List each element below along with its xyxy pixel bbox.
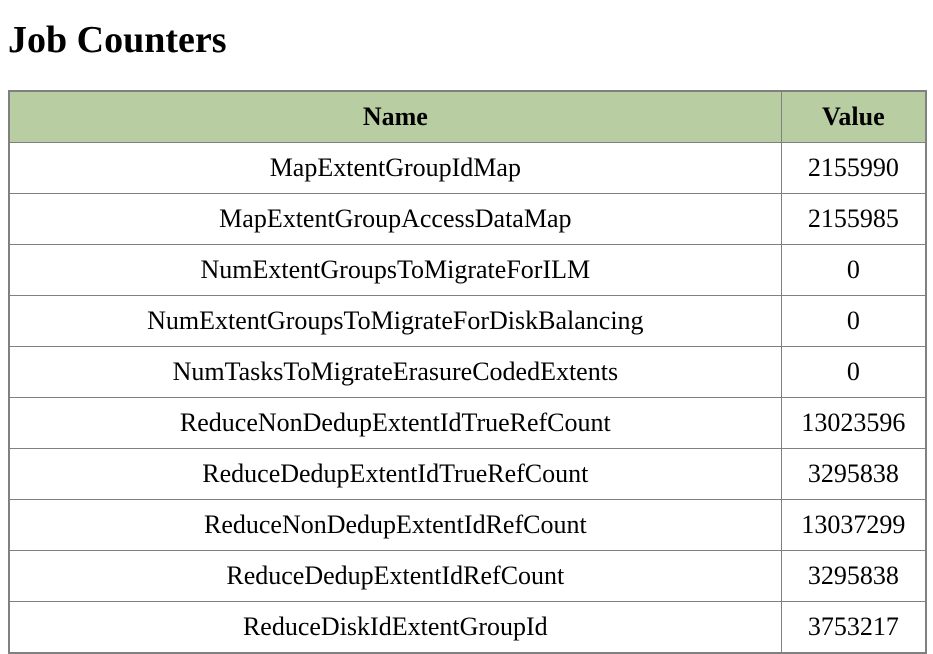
- counter-name: ReduceNonDedupExtentIdRefCount: [9, 500, 781, 551]
- table-row: ReduceDedupExtentIdRefCount 3295838: [9, 551, 926, 602]
- counter-name: ReduceDedupExtentIdTrueRefCount: [9, 449, 781, 500]
- counter-name: MapExtentGroupAccessDataMap: [9, 194, 781, 245]
- counter-value: 0: [781, 347, 926, 398]
- header-value: Value: [781, 91, 926, 143]
- table-row: ReduceNonDedupExtentIdRefCount 13037299: [9, 500, 926, 551]
- table-row: MapExtentGroupAccessDataMap 2155985: [9, 194, 926, 245]
- counter-value: 0: [781, 245, 926, 296]
- counter-name: MapExtentGroupIdMap: [9, 143, 781, 194]
- table-row: ReduceNonDedupExtentIdTrueRefCount 13023…: [9, 398, 926, 449]
- counter-value: 13037299: [781, 500, 926, 551]
- table-header-row: Name Value: [9, 91, 926, 143]
- table-row: MapExtentGroupIdMap 2155990: [9, 143, 926, 194]
- table-row: NumExtentGroupsToMigrateForDiskBalancing…: [9, 296, 926, 347]
- counter-name: NumExtentGroupsToMigrateForDiskBalancing: [9, 296, 781, 347]
- counter-name: ReduceDiskIdExtentGroupId: [9, 602, 781, 654]
- counter-value: 0: [781, 296, 926, 347]
- table-row: ReduceDiskIdExtentGroupId 3753217: [9, 602, 926, 654]
- counter-value: 3295838: [781, 551, 926, 602]
- counter-name: ReduceDedupExtentIdRefCount: [9, 551, 781, 602]
- table-row: NumTasksToMigrateErasureCodedExtents 0: [9, 347, 926, 398]
- counter-name: NumTasksToMigrateErasureCodedExtents: [9, 347, 781, 398]
- header-name: Name: [9, 91, 781, 143]
- counter-name: NumExtentGroupsToMigrateForILM: [9, 245, 781, 296]
- counter-name: ReduceNonDedupExtentIdTrueRefCount: [9, 398, 781, 449]
- counter-value: 2155985: [781, 194, 926, 245]
- counter-value: 3295838: [781, 449, 926, 500]
- counter-value: 3753217: [781, 602, 926, 654]
- job-counters-table: Name Value MapExtentGroupIdMap 2155990 M…: [8, 90, 927, 654]
- page-title: Job Counters: [8, 18, 925, 62]
- counter-value: 13023596: [781, 398, 926, 449]
- table-row: NumExtentGroupsToMigrateForILM 0: [9, 245, 926, 296]
- counter-value: 2155990: [781, 143, 926, 194]
- table-row: ReduceDedupExtentIdTrueRefCount 3295838: [9, 449, 926, 500]
